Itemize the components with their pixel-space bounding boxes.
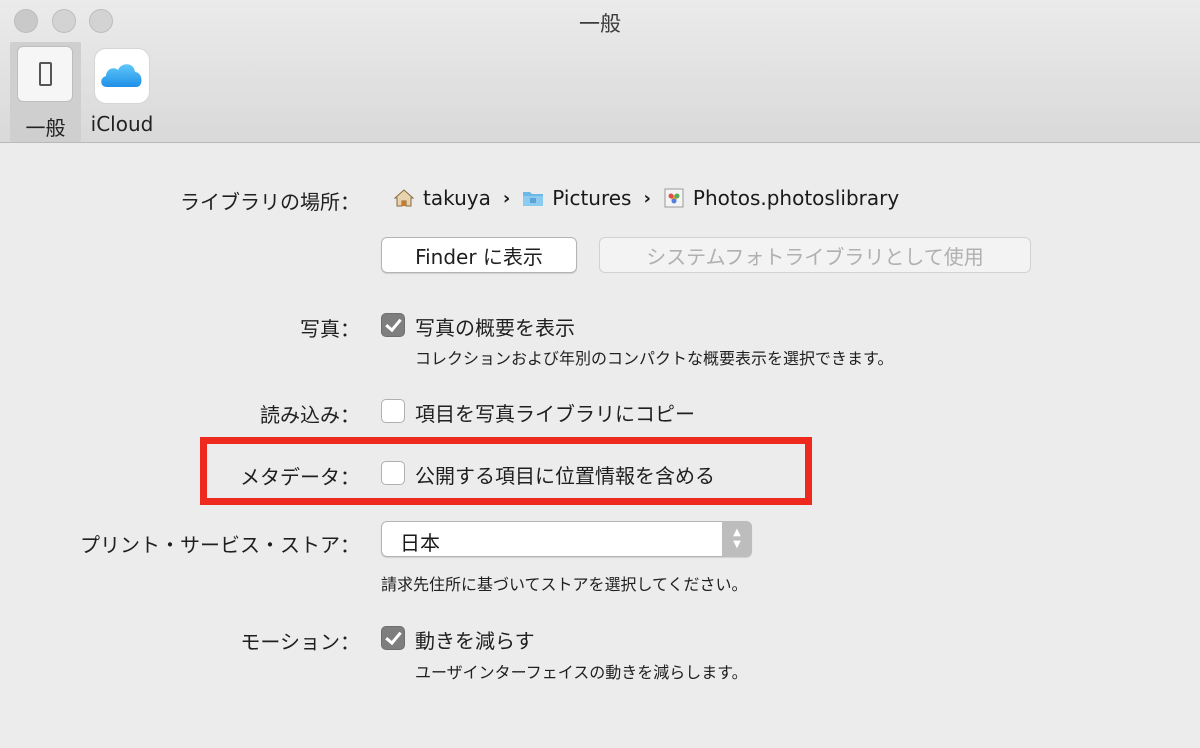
- include-location-checkbox[interactable]: [381, 461, 405, 485]
- icloud-icon: [94, 48, 150, 104]
- general-switch-icon: [17, 46, 73, 102]
- print-store-description: 請求先住所に基づいてストアを選択してください。: [381, 575, 748, 594]
- toolbar: 一般 一般 iCloud: [0, 0, 1200, 143]
- show-in-finder-button[interactable]: Finder に表示: [381, 237, 577, 273]
- home-icon: [393, 188, 415, 208]
- copy-to-library-label: 項目を写真ライブラリにコピー: [415, 402, 695, 426]
- path-library-label: Photos.photoslibrary: [692, 186, 900, 210]
- toolbar-tab-icloud-label: iCloud: [90, 112, 154, 136]
- path-home-label: takuya: [423, 186, 491, 210]
- copy-to-library-checkbox[interactable]: [381, 399, 405, 423]
- motion-label: モーション：: [240, 630, 360, 654]
- photos-library-icon: [663, 188, 685, 208]
- import-label: 読み込み：: [260, 403, 360, 427]
- window-title: 一般: [579, 12, 621, 36]
- chevron-updown-icon: ▲ ▼: [722, 521, 752, 557]
- path-separator-icon: ›: [502, 187, 511, 209]
- use-as-system-library-button[interactable]: システムフォトライブラリとして使用: [599, 237, 1031, 273]
- include-location-label: 公開する項目に位置情報を含める: [415, 464, 715, 488]
- reduce-motion-checkbox[interactable]: [381, 626, 405, 650]
- path-segment-pictures[interactable]: Pictures: [522, 186, 631, 210]
- summarize-photos-label: 写真の概要を表示: [415, 316, 575, 340]
- metadata-label: メタデータ：: [240, 465, 360, 489]
- reduce-motion-description: ユーザインターフェイスの動きを減らします。: [415, 663, 748, 682]
- summarize-photos-description: コレクションおよび年別のコンパクトな概要表示を選択できます。: [415, 349, 894, 368]
- path-segment-home[interactable]: takuya: [393, 186, 491, 210]
- folder-icon: [522, 188, 544, 208]
- toolbar-tab-icloud[interactable]: iCloud: [88, 42, 156, 142]
- print-store-value: 日本: [400, 531, 440, 555]
- summarize-photos-checkbox[interactable]: [381, 313, 405, 337]
- path-pictures-label: Pictures: [552, 186, 632, 210]
- reduce-motion-label: 動きを減らす: [415, 629, 535, 653]
- photos-label: 写真：: [300, 317, 360, 341]
- library-path: takuya › Pictures › Photos.photoslibrary: [393, 184, 899, 212]
- print-store-label: プリント・サービス・ストア：: [80, 533, 360, 557]
- path-segment-library[interactable]: Photos.photoslibrary: [663, 186, 899, 210]
- preferences-window: 一般 一般 iCloud ライブラリの場所： takuya › Pictures…: [0, 0, 1200, 748]
- toolbar-tab-general-label: 一般: [25, 116, 66, 140]
- toolbar-tab-general[interactable]: 一般: [10, 42, 81, 142]
- print-store-select[interactable]: 日本 ▲ ▼: [381, 521, 752, 557]
- library-location-label: ライブラリの場所：: [180, 190, 360, 214]
- path-separator-icon: ›: [643, 187, 651, 209]
